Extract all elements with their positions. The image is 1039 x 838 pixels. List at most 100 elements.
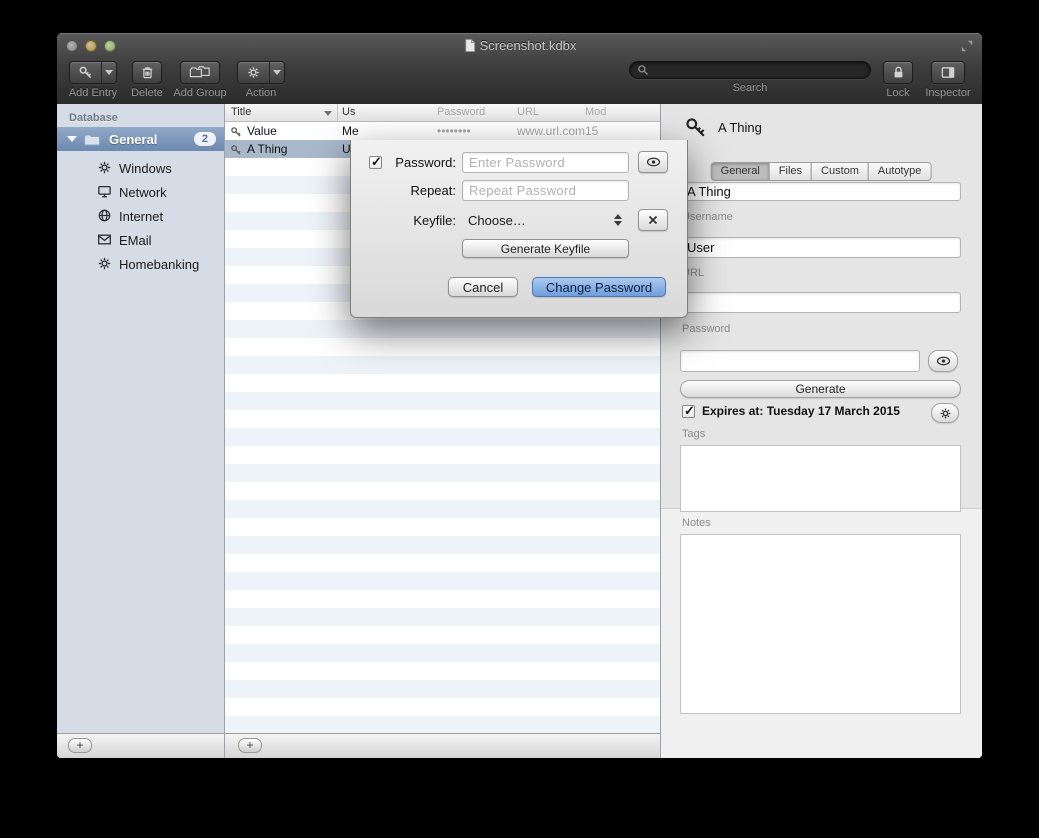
keyfile-clear-button[interactable] (638, 209, 668, 231)
sheet-repeat-input[interactable] (462, 180, 629, 201)
reveal-password-button[interactable] (928, 350, 958, 372)
list-empty-row[interactable] (225, 644, 660, 662)
add-entry-group: Add Entry (67, 61, 119, 99)
list-empty-row[interactable] (225, 518, 660, 536)
list-empty-row[interactable] (225, 716, 660, 733)
list-empty-row[interactable] (225, 500, 660, 518)
search-group: Search (629, 61, 871, 94)
sidebar-item-label: Windows (119, 161, 172, 176)
change-password-button[interactable]: Change Password (532, 277, 666, 297)
list-empty-row[interactable] (225, 680, 660, 698)
popup-stepper-icon[interactable] (614, 214, 622, 226)
action-dropdown[interactable] (269, 62, 284, 83)
delete-button[interactable] (132, 61, 162, 84)
fullscreen-icon[interactable] (960, 39, 974, 53)
generate-button-label: Generate (795, 382, 845, 396)
disclosure-triangle-icon[interactable] (67, 136, 77, 142)
list-empty-row[interactable] (225, 626, 660, 644)
action-button[interactable] (237, 61, 285, 84)
list-empty-row[interactable] (225, 608, 660, 626)
sidebar-item-windows[interactable]: Windows (57, 156, 225, 180)
add-group-plus-button[interactable]: + (68, 738, 92, 753)
add-group-button[interactable] (180, 61, 220, 84)
cell-username: Me (342, 124, 359, 138)
cell-password: •••••••• (437, 124, 471, 138)
chevron-down-icon (273, 70, 281, 75)
gear-icon (97, 160, 113, 176)
list-empty-row[interactable] (225, 572, 660, 590)
list-empty-row[interactable] (225, 446, 660, 464)
tab-general[interactable]: General (711, 162, 770, 181)
inspector-label: Inspector (925, 87, 970, 99)
delete-label: Delete (131, 87, 163, 99)
column-header-username[interactable]: Us (342, 106, 355, 118)
add-entry-button[interactable] (69, 61, 117, 84)
add-group-group: Add Group (169, 61, 231, 99)
tags-input[interactable] (680, 445, 961, 512)
entry-list-header[interactable]: Title Us Password URL Mod (225, 104, 660, 122)
title-field[interactable] (680, 182, 961, 201)
notes-input[interactable] (680, 534, 961, 714)
column-header-title[interactable]: Title (231, 106, 251, 118)
expires-settings-button[interactable] (931, 403, 959, 423)
sidebar-divider[interactable] (224, 104, 225, 758)
lock-button[interactable] (883, 61, 913, 84)
sidebar-item-internet[interactable]: Internet (57, 204, 225, 228)
inspector-button[interactable] (931, 61, 965, 84)
sheet-password-input[interactable] (462, 152, 629, 173)
sidebar-group-general[interactable]: General 2 (57, 127, 225, 151)
sidebar-item-homebanking[interactable]: Homebanking (57, 252, 225, 276)
list-empty-row[interactable] (225, 356, 660, 374)
sheet-reveal-password-button[interactable] (638, 151, 668, 173)
add-entry-plus-button[interactable]: + (238, 738, 262, 753)
entry-count-badge: 2 (194, 132, 216, 146)
list-empty-row[interactable] (225, 410, 660, 428)
sidebar-group-label: General (109, 132, 157, 147)
tab-files[interactable]: Files (769, 162, 812, 181)
list-empty-row[interactable] (225, 536, 660, 554)
titlebar[interactable]: Screenshot.kdbx (57, 33, 982, 59)
keyfile-popup[interactable]: Choose… (468, 210, 526, 232)
key-icon (230, 125, 242, 137)
table-row[interactable]: Value Me •••••••• www.url.com 15 (225, 122, 660, 140)
list-empty-row[interactable] (225, 428, 660, 446)
sidebar-item-email[interactable]: EMail (57, 228, 225, 252)
list-empty-row[interactable] (225, 374, 660, 392)
close-icon (648, 215, 658, 225)
entry-key-icon (684, 116, 708, 140)
search-input[interactable] (629, 61, 871, 79)
list-empty-row[interactable] (225, 554, 660, 572)
sidebar-item-label: Network (119, 185, 167, 200)
list-empty-row[interactable] (225, 662, 660, 680)
generate-keyfile-button[interactable]: Generate Keyfile (462, 239, 629, 258)
column-header-modified[interactable]: Mod (585, 106, 606, 118)
password-field[interactable] (680, 350, 920, 372)
list-empty-row[interactable] (225, 338, 660, 356)
cell-title: A Thing (247, 142, 287, 156)
username-field[interactable] (680, 237, 961, 258)
cell-modified: 15 (585, 124, 598, 138)
tab-custom[interactable]: Custom (811, 162, 869, 181)
inspector-tabs: General Files Custom Autotype (711, 162, 932, 181)
change-password-sheet: Password: Repeat: Keyfile: Choose… Gener… (350, 140, 688, 318)
column-header-url[interactable]: URL (517, 106, 539, 118)
expires-checkbox[interactable] (682, 405, 695, 418)
cancel-button[interactable]: Cancel (448, 277, 518, 297)
trash-icon (140, 65, 155, 80)
column-divider[interactable] (337, 104, 338, 122)
column-header-password[interactable]: Password (437, 106, 485, 118)
add-entry-dropdown[interactable] (101, 62, 116, 83)
desktop-background: Screenshot.kdbx Add Entry Del (0, 0, 1039, 838)
list-empty-row[interactable] (225, 464, 660, 482)
cell-url: www.url.com (517, 124, 585, 138)
list-empty-row[interactable] (225, 590, 660, 608)
list-empty-row[interactable] (225, 392, 660, 410)
tab-autotype[interactable]: Autotype (868, 162, 931, 181)
list-empty-row[interactable] (225, 482, 660, 500)
generate-password-button[interactable]: Generate (680, 380, 961, 398)
list-empty-row[interactable] (225, 698, 660, 716)
list-empty-row[interactable] (225, 320, 660, 338)
lock-icon (891, 65, 906, 80)
url-field[interactable] (680, 292, 961, 313)
sidebar-item-network[interactable]: Network (57, 180, 225, 204)
